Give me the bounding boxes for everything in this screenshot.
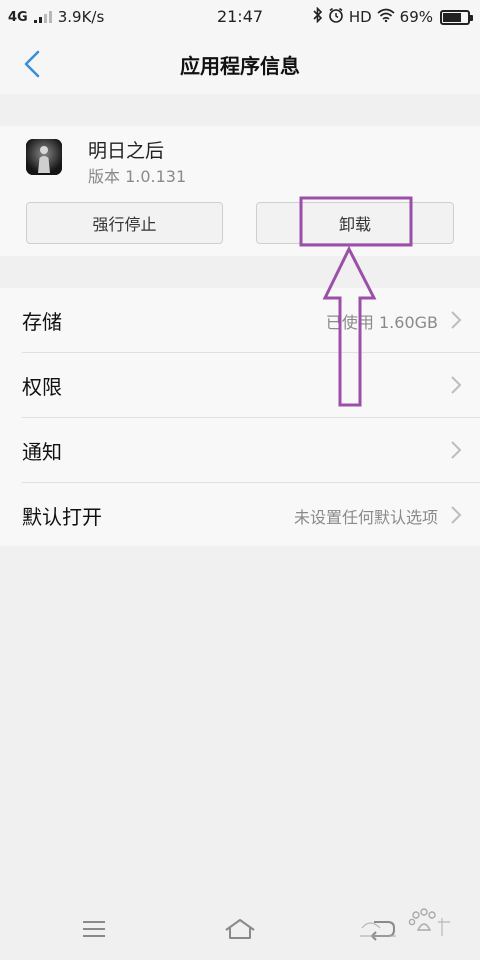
status-bar: 4G 3.9K/s 21:47 HD 69% <box>0 0 480 34</box>
force-stop-button[interactable]: 强行停止 <box>26 202 223 244</box>
menu-button[interactable] <box>74 914 114 944</box>
app-icon <box>26 139 62 175</box>
permissions-label: 权限 <box>22 375 62 399</box>
chevron-right-icon <box>451 311 462 329</box>
home-icon <box>225 919 255 939</box>
app-header: 应用程序信息 <box>0 34 480 94</box>
app-version: 版本 1.0.131 <box>88 167 187 186</box>
battery-fill <box>443 12 461 22</box>
hd-label: HD <box>348 8 372 26</box>
default-open-value: 未设置任何默认选项 <box>293 508 438 527</box>
status-right: HD 69% <box>313 6 473 27</box>
settings-row-storage[interactable]: 存储 已使用 1.60GB <box>0 288 480 352</box>
settings-row-default-open[interactable]: 默认打开 未设置任何默认选项 <box>0 483 480 547</box>
home-button[interactable] <box>220 914 260 944</box>
wifi-icon <box>377 8 395 26</box>
watermark-logo <box>356 906 452 944</box>
page-title: 应用程序信息 <box>180 54 300 78</box>
settings-row-notifications[interactable]: 通知 <box>0 418 480 482</box>
notifications-label: 通知 <box>22 440 62 464</box>
chevron-right-icon <box>451 376 462 394</box>
storage-label: 存储 <box>22 310 62 334</box>
chevron-right-icon <box>451 441 462 459</box>
uninstall-button[interactable]: 卸载 <box>256 202 454 244</box>
chevron-right-icon <box>451 506 462 524</box>
battery-icon <box>440 9 473 25</box>
bluetooth-icon <box>313 6 323 27</box>
app-name: 明日之后 <box>88 140 165 162</box>
menu-icon <box>83 921 105 937</box>
default-open-label: 默认打开 <box>22 505 102 529</box>
alarm-icon <box>328 7 344 27</box>
navigation-bar <box>0 896 480 960</box>
settings-list: 存储 已使用 1.60GB 权限 通知 默认打开 未设置任何默认选项 <box>0 288 480 546</box>
settings-row-permissions[interactable]: 权限 <box>0 353 480 417</box>
storage-value: 已使用 1.60GB <box>325 313 438 332</box>
app-info-card: 明日之后 版本 1.0.131 强行停止 卸载 <box>0 126 480 256</box>
battery-percent: 69% <box>399 8 433 26</box>
